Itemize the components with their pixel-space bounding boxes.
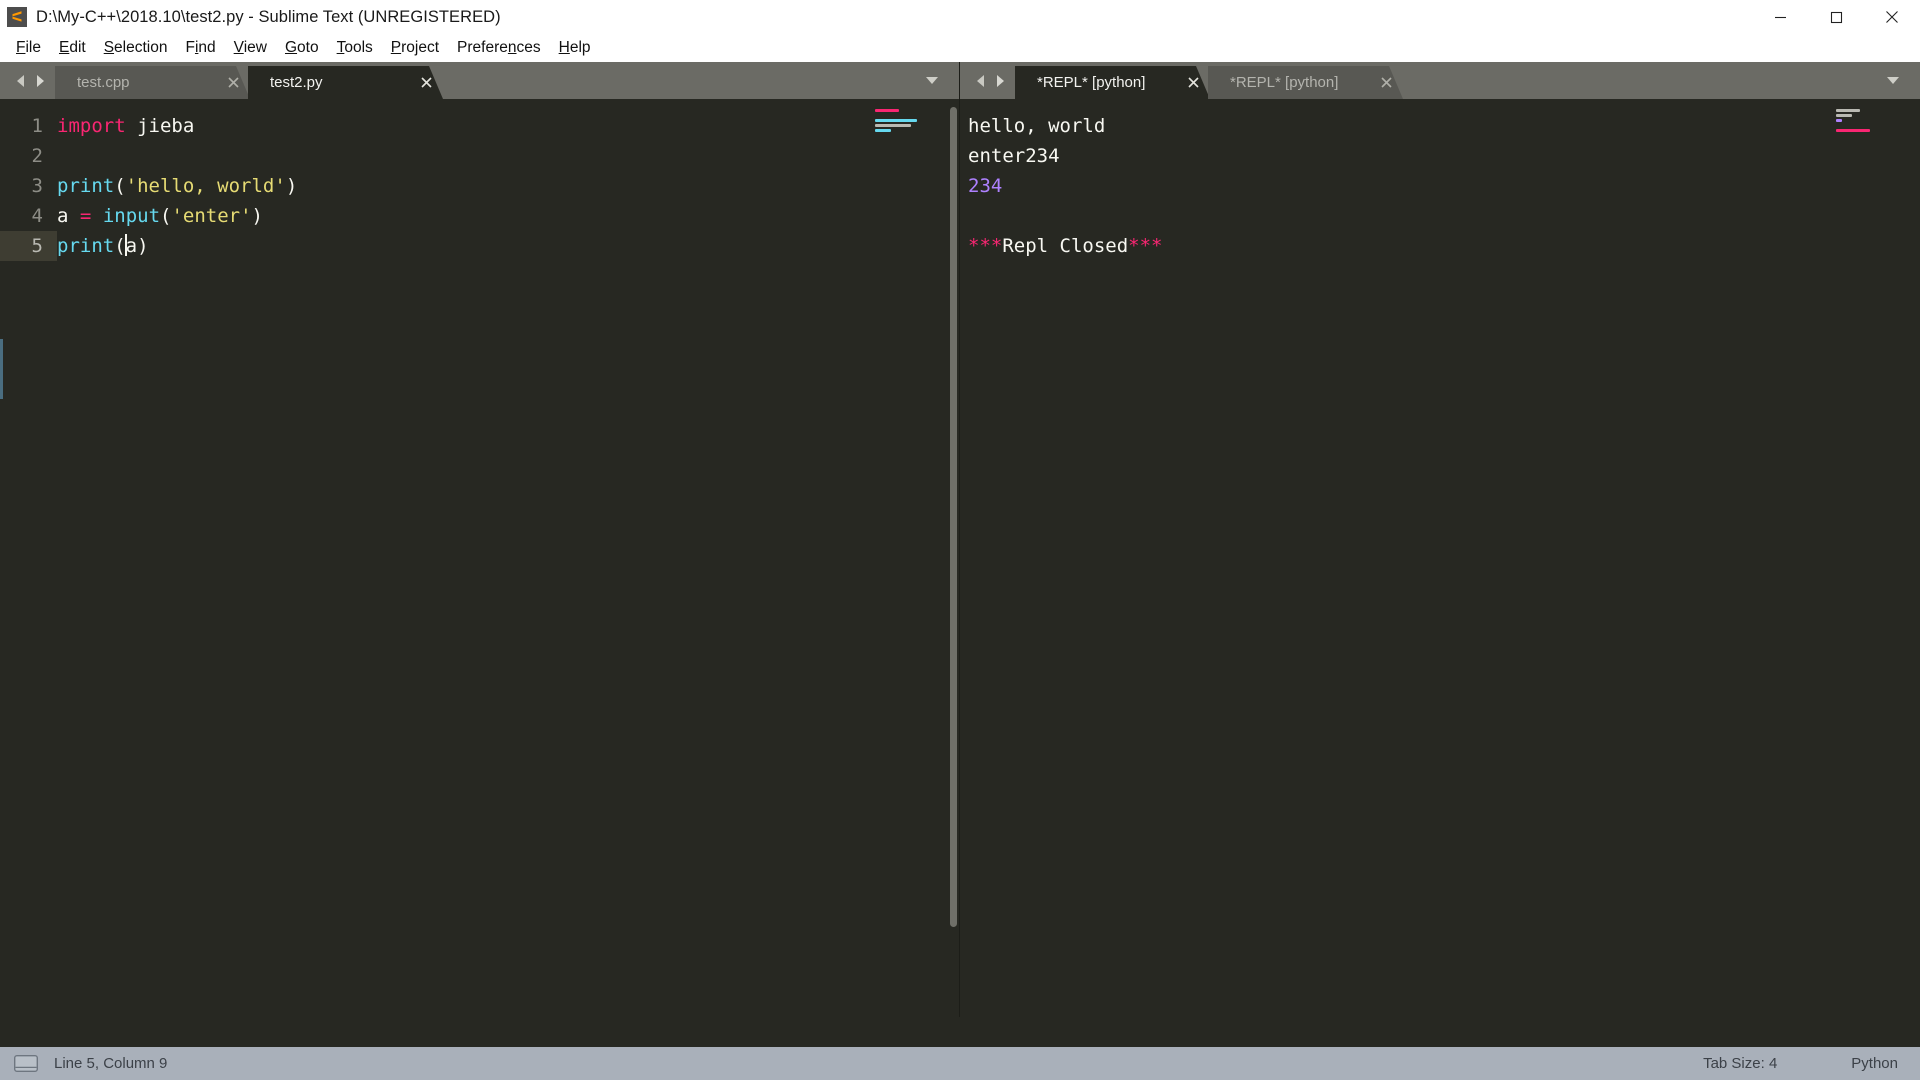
token: a bbox=[125, 235, 138, 257]
menu-item-edit[interactable]: Edit bbox=[50, 37, 95, 60]
token: ) bbox=[251, 205, 263, 227]
syntax-indicator[interactable]: Python bbox=[1851, 1055, 1898, 1072]
tab-label: test2.py bbox=[270, 74, 323, 91]
code-line: print('hello, world') bbox=[57, 171, 959, 201]
menu-bar: File Edit Selection Find View Goto Tools… bbox=[0, 34, 1920, 62]
menu-item-help[interactable]: Help bbox=[550, 37, 600, 60]
console-icon[interactable] bbox=[14, 1055, 38, 1072]
tab-label: *REPL* [python] bbox=[1230, 74, 1339, 91]
tab-scroll-controls-left[interactable] bbox=[0, 62, 55, 99]
menu-item-file[interactable]: File bbox=[7, 37, 50, 60]
token: input bbox=[102, 205, 161, 227]
tab-repl-python-1[interactable]: *REPL* [python] bbox=[1015, 66, 1210, 99]
token: *** bbox=[968, 235, 1003, 257]
repl-pane-right: *REPL* [python] *REPL* [python] hello, w… bbox=[960, 62, 1920, 1017]
sublime-logo-icon bbox=[7, 7, 27, 27]
workspace: test.cpp test2.py 1 2 3 4 5 import jieba… bbox=[0, 62, 1920, 1017]
tab-label: test.cpp bbox=[77, 74, 130, 91]
line-number: 1 bbox=[31, 115, 43, 137]
token: print bbox=[57, 235, 115, 257]
tab-label: *REPL* [python] bbox=[1037, 74, 1146, 91]
code-text[interactable]: import jieba print('hello, world') a = inp… bbox=[57, 99, 959, 1017]
token: print bbox=[57, 175, 115, 197]
token: ) bbox=[137, 235, 149, 257]
code-line: enter234 bbox=[968, 141, 1920, 171]
line-number: 3 bbox=[31, 175, 43, 197]
close-icon[interactable] bbox=[1864, 0, 1920, 34]
token: *** bbox=[1128, 235, 1163, 257]
token: a bbox=[57, 205, 69, 227]
repl-text[interactable]: hello, world enter234 234 ***Repl Closed*** bbox=[960, 99, 1920, 1017]
close-icon[interactable] bbox=[1369, 66, 1403, 99]
minimize-icon[interactable] bbox=[1752, 0, 1808, 34]
menu-item-find[interactable]: Find bbox=[176, 37, 224, 60]
code-line: import jieba bbox=[57, 111, 959, 141]
maximize-icon[interactable] bbox=[1808, 0, 1864, 34]
code-line: a = input('enter') bbox=[57, 201, 959, 231]
code-line: print(a) bbox=[57, 231, 959, 261]
token: = bbox=[79, 205, 92, 227]
tab-strip-left: test.cpp test2.py bbox=[0, 62, 959, 99]
title-bar: D:\My-C++\2018.10\test2.py - Sublime Tex… bbox=[0, 0, 1920, 34]
editor-pane-left: test.cpp test2.py 1 2 3 4 5 import jieba… bbox=[0, 62, 960, 1017]
code-line: ***Repl Closed*** bbox=[968, 231, 1920, 261]
scrollbar-thumb[interactable] bbox=[950, 107, 957, 927]
arrow-left-icon[interactable] bbox=[974, 73, 988, 89]
token: 'enter' bbox=[171, 205, 252, 227]
menu-item-selection[interactable]: Selection bbox=[95, 37, 177, 60]
window-title: D:\My-C++\2018.10\test2.py - Sublime Tex… bbox=[36, 7, 501, 26]
arrow-left-icon[interactable] bbox=[14, 73, 28, 89]
tab-strip-right: *REPL* [python] *REPL* [python] bbox=[960, 62, 1920, 99]
chevron-down-icon[interactable] bbox=[1880, 67, 1906, 93]
tab-scroll-controls-right[interactable] bbox=[960, 62, 1015, 99]
line-number: 4 bbox=[31, 205, 43, 227]
token: ( bbox=[114, 175, 126, 197]
token: import bbox=[57, 115, 126, 137]
arrow-right-icon[interactable] bbox=[33, 73, 47, 89]
menu-item-preferences[interactable]: Preferences bbox=[448, 37, 550, 60]
line-number-current: 5 bbox=[0, 231, 57, 261]
token: 234 bbox=[968, 175, 1003, 197]
menu-item-project[interactable]: Project bbox=[382, 37, 448, 60]
repl-output-view[interactable]: hello, world enter234 234 ***Repl Closed*** bbox=[960, 99, 1920, 1017]
cursor-position: Line 5, Column 9 bbox=[54, 1055, 168, 1072]
close-icon[interactable] bbox=[1176, 66, 1210, 99]
token: ) bbox=[285, 175, 298, 197]
line-number: 2 bbox=[31, 145, 43, 167]
menu-item-goto[interactable]: Goto bbox=[276, 37, 328, 60]
close-icon[interactable] bbox=[216, 66, 250, 99]
tab-size-indicator[interactable]: Tab Size: 4 bbox=[1703, 1055, 1851, 1072]
code-editor[interactable]: 1 2 3 4 5 import jieba print('hello, worl… bbox=[0, 99, 959, 1017]
chevron-down-icon[interactable] bbox=[919, 67, 945, 93]
line-number-gutter: 1 2 3 4 5 bbox=[0, 99, 57, 1017]
token: 'hello, world' bbox=[125, 175, 286, 197]
code-line: 234 bbox=[968, 171, 1920, 201]
token: ( bbox=[160, 205, 172, 227]
editor-edge-marker bbox=[0, 339, 3, 399]
tab-repl-python-2[interactable]: *REPL* [python] bbox=[1208, 66, 1403, 99]
close-icon[interactable] bbox=[409, 66, 443, 99]
token: Repl Closed bbox=[1002, 235, 1129, 257]
token: hello, world bbox=[968, 115, 1106, 137]
tab-test2-py[interactable]: test2.py bbox=[248, 66, 443, 99]
code-line: hello, world bbox=[968, 111, 1920, 141]
status-bar: Line 5, Column 9 Tab Size: 4 Python bbox=[0, 1047, 1920, 1080]
token: jieba bbox=[137, 115, 195, 137]
menu-item-view[interactable]: View bbox=[225, 37, 276, 60]
arrow-right-icon[interactable] bbox=[993, 73, 1007, 89]
vertical-scrollbar-left[interactable] bbox=[948, 99, 959, 1017]
tab-test-cpp[interactable]: test.cpp bbox=[55, 66, 250, 99]
menu-item-tools[interactable]: Tools bbox=[328, 37, 382, 60]
window-controls bbox=[1752, 0, 1920, 34]
token: enter234 bbox=[968, 145, 1060, 167]
status-right-group: Tab Size: 4 Python bbox=[1703, 1055, 1920, 1072]
